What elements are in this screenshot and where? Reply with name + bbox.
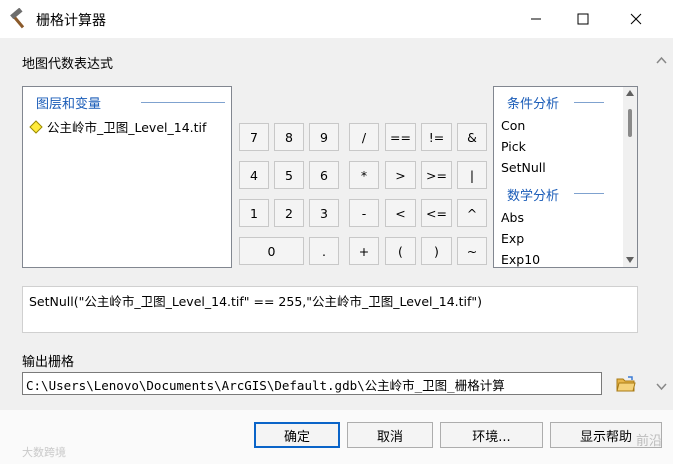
- key-6[interactable]: 6: [309, 161, 339, 189]
- layers-header-rule: [141, 102, 225, 103]
- title-bar: 栅格计算器: [0, 0, 673, 38]
- function-con[interactable]: Con: [501, 118, 525, 133]
- function-exp10[interactable]: Exp10: [501, 252, 540, 267]
- key-1[interactable]: 1: [239, 199, 269, 227]
- hammer-icon: [8, 7, 30, 30]
- maximize-button[interactable]: [560, 0, 606, 38]
- panel-scrollbar[interactable]: [650, 38, 673, 410]
- close-button[interactable]: [613, 0, 659, 38]
- key-not[interactable]: ~: [457, 237, 487, 265]
- function-setnull[interactable]: SetNull: [501, 160, 546, 175]
- layers-header: 图层和变量: [36, 97, 102, 112]
- minimize-button[interactable]: [513, 0, 559, 38]
- key-less-equal[interactable]: <=: [421, 199, 452, 227]
- key-divide[interactable]: /: [349, 123, 379, 151]
- key-not-equal[interactable]: !=: [421, 123, 452, 151]
- scroll-down-icon[interactable]: [656, 383, 667, 391]
- key-2[interactable]: 2: [274, 199, 304, 227]
- raster-layer-icon: [29, 119, 43, 134]
- function-exp[interactable]: Exp: [501, 231, 524, 246]
- window-title: 栅格计算器: [36, 13, 106, 29]
- key-multiply[interactable]: *: [349, 161, 379, 189]
- key-greater[interactable]: >: [385, 161, 416, 189]
- key-4[interactable]: 4: [239, 161, 269, 189]
- scroll-up-icon[interactable]: [626, 90, 634, 96]
- output-raster-input[interactable]: C:\Users\Lenovo\Documents\ArcGIS\Default…: [22, 372, 602, 395]
- browse-folder-button[interactable]: [614, 372, 638, 396]
- function-abs[interactable]: Abs: [501, 210, 524, 225]
- ok-button[interactable]: 确定: [254, 422, 340, 448]
- layer-name: 公主岭市_卫图_Level_14.tif: [47, 120, 207, 135]
- key-minus[interactable]: -: [349, 199, 379, 227]
- functions-scrollbar[interactable]: [623, 87, 637, 267]
- key-greater-equal[interactable]: >=: [421, 161, 452, 189]
- key-xor[interactable]: ^: [457, 199, 487, 227]
- function-pick[interactable]: Pick: [501, 139, 526, 154]
- cancel-button[interactable]: 取消: [347, 422, 433, 448]
- key-8[interactable]: 8: [274, 123, 304, 151]
- watermark-left: 大数跨境: [22, 446, 66, 459]
- key-0[interactable]: 0: [239, 237, 304, 265]
- key-9[interactable]: 9: [309, 123, 339, 151]
- environment-button[interactable]: 环境...: [440, 422, 543, 448]
- key-and[interactable]: &: [457, 123, 487, 151]
- map-algebra-label: 地图代数表达式: [22, 57, 114, 72]
- function-group-conditional: 条件分析: [507, 97, 560, 112]
- expression-input[interactable]: SetNull("公主岭市_卫图_Level_14.tif" == 255,"公…: [22, 286, 638, 333]
- key-less[interactable]: <: [385, 199, 416, 227]
- functions-list[interactable]: 条件分析 Con Pick SetNull 数学分析 Abs Exp Exp10: [493, 86, 638, 268]
- function-group-rule: [574, 102, 604, 103]
- key-equal[interactable]: ==: [385, 123, 416, 151]
- key-open-paren[interactable]: (: [385, 237, 416, 265]
- scroll-thumb[interactable]: [628, 109, 632, 137]
- function-group-math: 数学分析: [507, 189, 560, 204]
- key-decimal[interactable]: .: [309, 237, 339, 265]
- function-group-rule: [574, 193, 604, 194]
- key-or[interactable]: |: [457, 161, 487, 189]
- layer-item[interactable]: 公主岭市_卫图_Level_14.tif: [29, 117, 206, 136]
- scroll-down-icon[interactable]: [626, 257, 634, 263]
- watermark-right: 前沿: [636, 434, 663, 449]
- open-folder-icon: [616, 376, 636, 392]
- key-3[interactable]: 3: [309, 199, 339, 227]
- key-close-paren[interactable]: ): [421, 237, 452, 265]
- key-plus[interactable]: +: [349, 237, 379, 265]
- layers-list[interactable]: 图层和变量 公主岭市_卫图_Level_14.tif: [22, 86, 232, 268]
- scroll-up-icon[interactable]: [656, 56, 667, 64]
- key-5[interactable]: 5: [274, 161, 304, 189]
- output-raster-label: 输出栅格: [22, 355, 75, 370]
- key-7[interactable]: 7: [239, 123, 269, 151]
